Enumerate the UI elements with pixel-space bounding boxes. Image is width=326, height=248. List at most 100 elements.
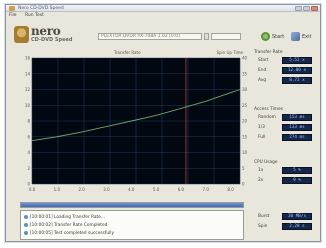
cpu-usage-panel: CPU Usage 1x 5 % 2x 9 % [254, 160, 316, 186]
exit-label: Exit [302, 33, 312, 40]
nero-logo: nero CD-DVD Speed [14, 23, 73, 48]
y-tick-label-right: 40 [242, 56, 248, 61]
y-tick-label-left: 0 [27, 182, 30, 187]
cpu-2x-row: 2x 9 % [254, 176, 316, 186]
logo-mark-icon [14, 26, 29, 43]
logo-subtitle: CD-DVD Speed [31, 37, 73, 43]
row-value: 8.72 x [282, 77, 312, 84]
cpu-1x-row: 1x 5 % [254, 166, 316, 176]
info-icon [24, 231, 28, 235]
transfer-rate-chart: 0 2 4 6 8 10 12 14 16 0 5 10 15 20 25 30 35 40 0.0 1.0 2.0 3.… [25, 56, 248, 192]
y-tick-label-right: 20 [242, 119, 248, 124]
row-label: End [258, 68, 267, 73]
y-tick-label-left: 8 [27, 119, 30, 124]
log-text: [10:00:02] Transfer Rate Completed [30, 222, 108, 228]
chart-header: Transfer Rate Spin Up Time [22, 50, 245, 55]
progress-fill [21, 203, 243, 207]
x-tick-label: 2.0 [78, 187, 85, 192]
y-tick-label-right: 10 [242, 150, 248, 155]
spin-row: Spin 2.28 s [254, 222, 316, 232]
y-tick-label-left: 12 [25, 87, 31, 92]
y-tick-label-left: 6 [27, 134, 30, 139]
x-tick-label: 6.0 [178, 187, 185, 192]
x-tick-label: 7.0 [203, 187, 210, 192]
y-tick-label-right: 15 [242, 134, 248, 139]
progress-bar [20, 202, 244, 208]
row-label: 2x [258, 178, 264, 183]
transfer-rate-end-row: End 12.00 x [254, 66, 316, 76]
row-value: 12.00 x [282, 67, 312, 74]
row-value: 9 % [282, 177, 312, 184]
x-tick-label: 5.0 [153, 187, 160, 192]
access-times-panel: Access Times Random 153 ms 1/3 133 ms Full… [254, 107, 316, 143]
row-value: 2.28 s [282, 223, 312, 230]
x-tick-label: 4.0 [128, 187, 135, 192]
y-tick-label-right: 35 [242, 71, 248, 76]
y-tick-label-right: 30 [242, 87, 248, 92]
log-text: [10:00:05] Test completed successfully [30, 230, 114, 236]
window-title: Nero CD-DVD Speed [18, 6, 64, 11]
start-icon [261, 32, 270, 41]
y-tick-label-right: 0 [242, 182, 245, 187]
exit-icon [291, 32, 300, 41]
chart-header-right: Spin Up Time [216, 50, 243, 55]
y-tick-label-right: 5 [242, 166, 245, 171]
logo-word: nero [31, 24, 61, 38]
speed-select[interactable] [211, 33, 241, 40]
y-tick-label-left: 10 [25, 103, 31, 108]
row-label: Start [258, 58, 269, 63]
x-tick-label: 3.0 [103, 187, 110, 192]
app-icon [9, 6, 15, 11]
close-button[interactable] [311, 6, 318, 11]
info-icon [24, 223, 28, 227]
y-tick-label-left: 2 [27, 166, 30, 171]
log-entry: [10:00:02] Transfer Rate Completed [24, 221, 240, 229]
y-tick-label-right: 25 [242, 103, 248, 108]
row-label: Full [258, 135, 266, 140]
row-value: 30 MB/s [282, 213, 312, 220]
access-full-row: Full 274 ms [254, 133, 316, 143]
burst-row: Burst 30 MB/s [254, 212, 316, 222]
x-tick-label: 0.0 [29, 187, 36, 192]
transfer-rate-avg-row: Avg 8.72 x [254, 76, 316, 86]
x-tick-label: 8.0 [227, 187, 234, 192]
menu-run-test[interactable]: Run Test [25, 13, 44, 18]
row-value: 5 % [282, 167, 312, 174]
minimize-button[interactable] [295, 6, 302, 11]
row-value: 153 ms [282, 114, 312, 121]
row-value: 274 ms [282, 134, 312, 141]
row-label: 1/3 [258, 125, 265, 130]
maximize-button[interactable] [303, 6, 310, 11]
log-list[interactable]: [10:00:01] Loading Transfer Rate... [10:… [20, 210, 244, 240]
burst-rate-panel: Burst 30 MB/s Spin 2.28 s [254, 212, 316, 232]
start-label: Start [272, 33, 285, 40]
drive-select[interactable]: PLEXTOR DVDR PX-708A 1.02 [0:0] [98, 33, 202, 40]
log-entry: [10:00:05] Test completed successfully [24, 229, 240, 237]
x-tick-label: 1.0 [54, 187, 61, 192]
chart-header-left: Transfer Rate [114, 50, 141, 55]
menu-file[interactable]: File [9, 13, 17, 18]
log-entry: [10:00:01] Loading Transfer Rate... [24, 213, 240, 221]
access-random-row: Random 153 ms [254, 113, 316, 123]
y-tick-label-left: 16 [25, 56, 31, 61]
chevron-down-icon[interactable] [204, 33, 209, 40]
row-label: Spin [258, 224, 268, 229]
title-bar: Nero CD-DVD Speed [6, 5, 320, 12]
transfer-rate-start-row: Start 5.52 x [254, 56, 316, 66]
info-icon [24, 215, 28, 219]
transfer-rate-panel: Transfer Rate Start 5.52 x End 12.00 x Avg… [254, 50, 316, 86]
row-value: 5.52 x [282, 57, 312, 64]
app-window: Nero CD-DVD Speed File Run Test nero CD-… [5, 4, 321, 242]
drive-bar: PLEXTOR DVDR PX-708A 1.02 [0:0] [98, 33, 248, 40]
window-controls [294, 6, 318, 11]
y-tick-label-left: 14 [25, 71, 31, 76]
start-button[interactable]: Start [261, 31, 284, 42]
row-value: 133 ms [282, 124, 312, 131]
menu-bar: File Run Test [6, 13, 320, 19]
row-label: 1x [258, 168, 264, 173]
row-label: Burst [258, 214, 270, 219]
exit-button[interactable]: Exit [291, 31, 311, 42]
y-tick-label-left: 4 [27, 150, 30, 155]
row-label: Avg [258, 78, 266, 83]
access-third-row: 1/3 133 ms [254, 123, 316, 133]
